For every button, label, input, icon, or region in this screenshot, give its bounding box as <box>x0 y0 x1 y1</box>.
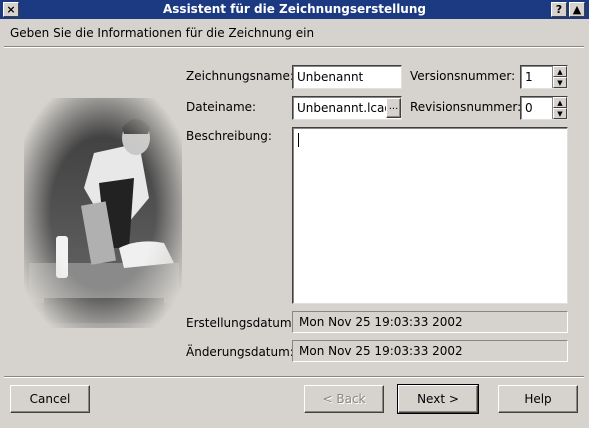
version-spinner[interactable]: ▲ ▼ <box>552 66 567 88</box>
header-separator <box>4 46 584 48</box>
help-button[interactable]: Help <box>498 385 578 413</box>
close-icon[interactable]: × <box>3 2 19 17</box>
revision-value: 0 <box>525 101 533 115</box>
version-value: 1 <box>525 70 533 84</box>
back-button[interactable]: < Back <box>304 385 384 413</box>
spin-down-icon[interactable]: ▼ <box>553 77 567 88</box>
footer-separator <box>4 376 584 378</box>
window-titlebar[interactable]: Assistent für die Zeichnungserstellung <box>0 0 589 19</box>
revision-spinner[interactable]: ▲ ▼ <box>552 97 567 119</box>
filename-label: Dateiname: <box>186 100 257 114</box>
spin-down-icon[interactable]: ▼ <box>553 108 567 119</box>
changed-date-label: Änderungsdatum: <box>186 345 294 359</box>
drawing-name-input[interactable]: Unbenannt <box>292 65 402 89</box>
spin-up-icon[interactable]: ▲ <box>553 66 567 77</box>
version-label: Versionsnummer: <box>410 69 516 83</box>
description-label: Beschreibung: <box>186 129 272 143</box>
description-textarea[interactable] <box>292 127 568 304</box>
next-button[interactable]: Next > <box>397 384 479 414</box>
text-cursor <box>298 133 299 147</box>
created-date-field: Mon Nov 25 19:03:33 2002 <box>292 311 568 333</box>
help-icon[interactable]: ? <box>551 2 567 17</box>
changed-date-field: Mon Nov 25 19:03:33 2002 <box>292 340 568 362</box>
filename-value: Unbenannt.lcad <box>297 101 392 115</box>
created-date-label: Erstellungsdatum: <box>186 316 296 330</box>
wizard-instruction: Geben Sie die Informationen für die Zeic… <box>10 26 315 40</box>
window-title: Assistent für die Zeichnungserstellung <box>163 2 426 16</box>
browse-button[interactable]: ... <box>386 98 401 118</box>
spin-up-icon[interactable]: ▲ <box>553 97 567 108</box>
shade-icon[interactable]: ▲ <box>569 2 585 17</box>
wizard-photo <box>24 98 182 328</box>
revision-label: Revisionsnummer: <box>410 100 522 114</box>
cancel-button[interactable]: Cancel <box>10 385 90 413</box>
drawing-name-label: Zeichnungsname: <box>186 69 294 83</box>
